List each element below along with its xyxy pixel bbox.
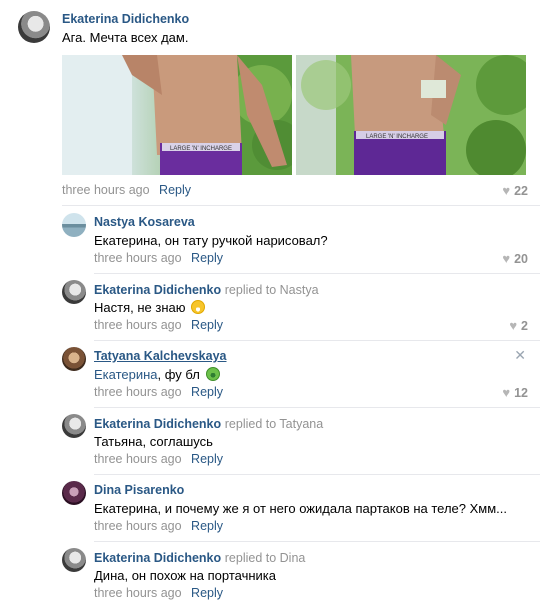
reply-comment: Nastya Kosareva Екатерина, он тату ручко…	[62, 213, 540, 271]
reply-time[interactable]: three hours ago	[94, 452, 182, 466]
reply-header: Ekaterina Didichenko replied to Tatyana	[94, 416, 323, 431]
reply-button[interactable]: Reply	[191, 318, 223, 332]
nauseated-emoji-icon	[205, 367, 220, 381]
like-button[interactable]: ♥ 22	[502, 183, 528, 198]
reply-meta: three hours ago Reply	[94, 519, 223, 533]
reply-button[interactable]: Reply	[159, 183, 191, 197]
top-comment: Ekaterina Didichenko Ага. Мечта всех дам…	[0, 0, 540, 206]
attached-photo[interactable]: LARGE 'N' INCHARGE	[62, 55, 292, 175]
reply-text: Настя, не знаю	[94, 300, 206, 315]
like-count: 2	[521, 318, 528, 333]
reply-time[interactable]: three hours ago	[94, 519, 182, 533]
reply-text-content: , фу бл	[157, 367, 200, 382]
reply-meta: three hours ago Reply	[94, 318, 223, 332]
like-count: 12	[514, 385, 528, 400]
heart-icon: ♥	[502, 385, 511, 400]
reply-text: Екатерина, он тату ручкой нарисовал?	[94, 233, 328, 248]
reply-button[interactable]: Reply	[191, 586, 223, 600]
reply-button[interactable]: Reply	[191, 385, 223, 399]
divider	[94, 273, 540, 274]
reply-time[interactable]: three hours ago	[94, 385, 182, 399]
heart-icon: ♥	[502, 183, 511, 198]
reply-meta: three hours ago Reply	[94, 251, 223, 265]
reply-text: Екатерина, фу бл	[94, 367, 220, 382]
reply-meta: three hours ago Reply	[94, 385, 223, 399]
divider	[62, 205, 540, 206]
reply-text: Татьяна, соглашусь	[94, 434, 213, 449]
photo-illustration: LARGE 'N' INCHARGE	[62, 55, 292, 175]
reply-time[interactable]: three hours ago	[94, 251, 182, 265]
grinning-emoji-icon	[191, 300, 206, 314]
replied-to[interactable]: replied to Dina	[225, 551, 306, 565]
like-count: 20	[514, 251, 528, 266]
reply-meta: three hours ago Reply	[94, 586, 223, 600]
reply-author[interactable]: Ekaterina Didichenko	[94, 283, 221, 297]
waistband-text: LARGE 'N' INCHARGE	[170, 146, 232, 152]
comment-author[interactable]: Ekaterina Didichenko	[62, 12, 189, 26]
reply-author[interactable]: Dina Pisarenko	[94, 483, 184, 497]
reply-comment: Ekaterina Didichenko replied to Nastya Н…	[62, 280, 540, 338]
comment-time[interactable]: three hours ago	[62, 183, 150, 197]
comment-meta: three hours ago Reply	[62, 183, 191, 197]
reply-button[interactable]: Reply	[191, 519, 223, 533]
comment-text: Ага. Мечта всех дам.	[62, 30, 189, 45]
reply-meta: three hours ago Reply	[94, 452, 223, 466]
reply-comment: Dina Pisarenko Екатерина, и почему же я …	[62, 481, 540, 539]
reply-time[interactable]: three hours ago	[94, 586, 182, 600]
reply-text: Екатерина, и почему же я от него ожидала…	[94, 501, 507, 516]
avatar[interactable]	[18, 11, 50, 43]
divider	[94, 407, 540, 408]
divider	[94, 474, 540, 475]
reply-author[interactable]: Tatyana Kalchevskaya	[94, 349, 227, 363]
divider	[94, 541, 540, 542]
reply-header: Ekaterina Didichenko replied to Nastya	[94, 282, 319, 297]
reply-author[interactable]: Nastya Kosareva	[94, 215, 195, 229]
reply-button[interactable]: Reply	[191, 251, 223, 265]
photo-illustration: LARGE 'N' INCHARGE	[296, 55, 526, 175]
like-button[interactable]: ♥ 12	[502, 385, 528, 400]
reply-author[interactable]: Ekaterina Didichenko	[94, 417, 221, 431]
waistband-text: LARGE 'N' INCHARGE	[366, 134, 428, 140]
close-icon[interactable]: ✕	[514, 347, 526, 364]
divider	[94, 340, 540, 341]
attached-photo[interactable]: LARGE 'N' INCHARGE	[296, 55, 526, 175]
reply-text-content: Настя, не знаю	[94, 300, 186, 315]
reply-comment: Ekaterina Didichenko replied to Dina Дин…	[62, 548, 540, 606]
reply-comment: Tatyana Kalchevskaya ✕ Екатерина, фу бл …	[62, 347, 540, 405]
like-button[interactable]: ♥ 20	[502, 251, 528, 266]
like-button[interactable]: ♥ 2	[509, 318, 528, 333]
mention-link[interactable]: Екатерина	[94, 367, 158, 382]
reply-text: Дина, он похож на портачника	[94, 568, 276, 583]
heart-icon: ♥	[502, 251, 511, 266]
reply-time[interactable]: three hours ago	[94, 318, 182, 332]
replied-to[interactable]: replied to Nastya	[225, 283, 319, 297]
replied-to[interactable]: replied to Tatyana	[225, 417, 323, 431]
like-count: 22	[514, 183, 528, 198]
heart-icon: ♥	[509, 318, 518, 333]
reply-button[interactable]: Reply	[191, 452, 223, 466]
reply-author[interactable]: Ekaterina Didichenko	[94, 551, 221, 565]
reply-header: Ekaterina Didichenko replied to Dina	[94, 550, 305, 565]
reply-comment: Ekaterina Didichenko replied to Tatyana …	[62, 414, 540, 472]
